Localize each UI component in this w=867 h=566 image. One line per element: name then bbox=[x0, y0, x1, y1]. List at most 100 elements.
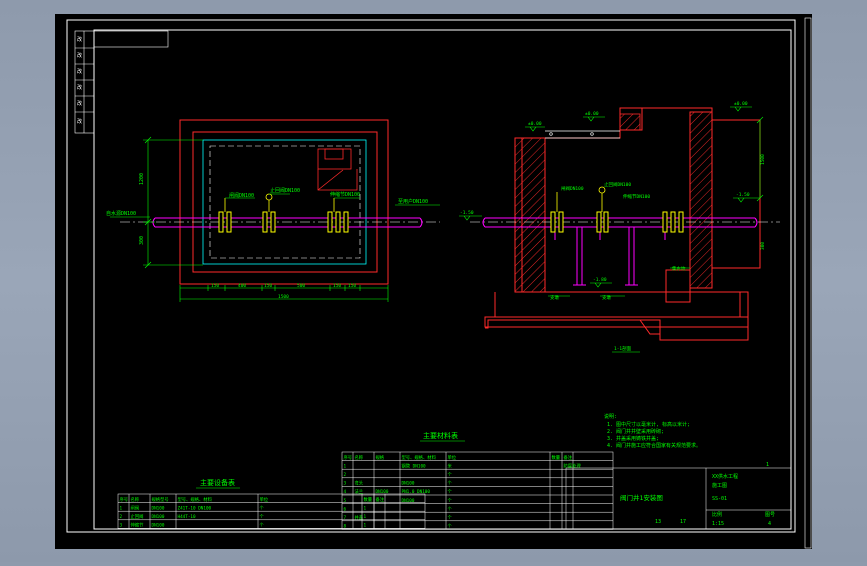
material-table-cell: 个 bbox=[448, 498, 453, 504]
svg-text:改: 改 bbox=[77, 118, 82, 125]
plan-dim-seg-0: 150 bbox=[211, 283, 219, 289]
equipment-table-cell: 3 bbox=[120, 523, 123, 529]
section-left-wall bbox=[514, 137, 546, 293]
section-level-bottom: -1.80 bbox=[593, 277, 607, 283]
material-table-title: 主要材料表 bbox=[423, 431, 458, 440]
equipment-table-cell: DN100 bbox=[152, 505, 165, 511]
section-right-wall bbox=[689, 111, 713, 289]
equipment-table-header-cell: 备注 bbox=[376, 496, 385, 503]
material-table-cell: DN100 bbox=[402, 481, 415, 487]
section-valve3-label: 伸缩节DN100 bbox=[623, 193, 650, 200]
equipment-table-cell: DN100 bbox=[152, 514, 165, 520]
material-table-cell: 5 bbox=[344, 498, 347, 504]
material-table-header-cell: 型号、规格、材料 bbox=[402, 454, 437, 461]
plan-dim-total: 1500 bbox=[278, 294, 289, 300]
equipment-table-header-cell: 名称 bbox=[131, 496, 140, 503]
material-table-cell: DN100 bbox=[402, 498, 415, 504]
material-table-header-cell: 序号 bbox=[344, 454, 353, 461]
material-table-cell: 4 bbox=[344, 489, 347, 495]
equipment-table-cell: 1 bbox=[364, 505, 367, 511]
equipment-table-cell: 1 bbox=[364, 514, 367, 520]
section-sump-label: 集水坑 bbox=[672, 265, 686, 272]
title-stage: 施工图 bbox=[712, 482, 727, 489]
title-scale: 1:15 bbox=[712, 521, 724, 527]
plan-outlet-label: 至用户DN100 bbox=[398, 198, 428, 205]
material-table-cell: 3 bbox=[344, 481, 347, 487]
plan-dim-seg-5: 150 bbox=[348, 283, 356, 289]
plan-dim-seg-4: 150 bbox=[333, 283, 341, 289]
equipment-table-cell: 个 bbox=[260, 523, 265, 529]
material-table-cell: 个 bbox=[448, 506, 453, 512]
material-table-cell: 弯头 bbox=[355, 480, 364, 487]
section-level-top-mid: ±0.00 bbox=[585, 111, 599, 117]
equipment-table-header-cell: 规格型号 bbox=[152, 496, 169, 503]
equipment-table-cell: 伸缩节 bbox=[131, 522, 145, 529]
equipment-table-cell: 2 bbox=[120, 514, 123, 520]
material-table-header-cell: 单位 bbox=[448, 454, 457, 461]
svg-text:改: 改 bbox=[77, 68, 82, 75]
equipment-table-cell: 1 bbox=[120, 505, 123, 511]
equipment-table-header-cell: 单位 bbox=[260, 496, 269, 503]
equipment-table-header-cell: 序号 bbox=[120, 496, 129, 503]
material-table-cell: 8 bbox=[344, 524, 347, 530]
material-table-cell: 个 bbox=[448, 481, 453, 487]
cad-drawing: 改改改 改改改 闸阀DN100 止回阀DN100 伸缩节DN100 自水源DN1… bbox=[55, 14, 812, 549]
equipment-table-cell: 止回阀 bbox=[131, 513, 144, 520]
material-table-cell: PN1.0 DN100 bbox=[402, 489, 431, 495]
equipment-table-cell: DN100 bbox=[152, 523, 165, 529]
material-table-header-cell: 规格 bbox=[376, 454, 385, 461]
section-level-top-left: ±0.00 bbox=[528, 121, 542, 127]
plan-dim-seg-2: 150 bbox=[264, 283, 272, 289]
plan-valve2-label: 止回阀DN100 bbox=[270, 187, 300, 194]
equipment-table-header-cell: 数量 bbox=[364, 496, 373, 503]
section-level-top-right: ±0.00 bbox=[734, 101, 748, 107]
equipment-table-cell: 1 bbox=[364, 523, 367, 529]
section-right-small: 300 bbox=[760, 242, 766, 250]
cad-viewport: 改改改 改改改 闸阀DN100 止回阀DN100 伸缩节DN100 自水源DN1… bbox=[0, 0, 867, 562]
equipment-table-cell: 个 bbox=[260, 514, 265, 520]
equipment-table-title: 主要设备表 bbox=[200, 478, 235, 487]
notes-line-4: 4. 阀门井施工应符合国家有关规范要求。 bbox=[607, 442, 701, 449]
notes-line-1: 1. 图中尺寸以毫米计, 标高以米计; bbox=[607, 421, 690, 428]
material-table-header-cell: 名称 bbox=[355, 454, 364, 461]
svg-text:改: 改 bbox=[77, 52, 82, 59]
title-project: XX供水工程 bbox=[712, 473, 738, 480]
material-table-cell: 个 bbox=[448, 472, 453, 478]
material-table-cell: 6 bbox=[344, 506, 347, 512]
svg-text:改: 改 bbox=[77, 100, 82, 107]
title-scale-label: 比例 bbox=[712, 511, 722, 518]
plan-small-height-label: 300 bbox=[139, 236, 145, 245]
equipment-table-cell: Z41T-10 DN100 bbox=[178, 505, 212, 511]
plan-height-label: 1200 bbox=[139, 173, 145, 185]
plan-dim-seg-1: 400 bbox=[238, 283, 246, 289]
title-drawing-name: 阀门井1安装图 bbox=[620, 493, 663, 502]
section-support2-label: 支墩 bbox=[602, 294, 611, 301]
material-table-cell: 个 bbox=[448, 515, 453, 521]
title-sheet: 4 bbox=[768, 521, 771, 527]
title-sheet-label: 图号 bbox=[765, 512, 775, 518]
material-table-header-cell: 备注 bbox=[564, 454, 573, 461]
title-number: SS-01 bbox=[712, 496, 727, 502]
section-valve1-label: 闸阀DN100 bbox=[561, 185, 584, 192]
notes-line-2: 2. 阀门井井壁采用砖砌; bbox=[607, 428, 664, 435]
material-table-cell: DN100 bbox=[376, 489, 389, 495]
material-table-cell: 米 bbox=[448, 462, 453, 469]
title-left-code: 13 bbox=[655, 519, 661, 525]
section-support1-label: 支墩 bbox=[550, 294, 559, 301]
material-table-cell: 钢管 DN100 bbox=[402, 462, 427, 469]
section-title: 1-1剖面 bbox=[614, 345, 632, 352]
svg-text:改: 改 bbox=[77, 36, 82, 43]
equipment-table-cell: 闸阀 bbox=[131, 504, 140, 511]
section-valve2-label: 止回阀DN100 bbox=[604, 181, 631, 188]
section-level-pipe-right: -1.50 bbox=[736, 192, 750, 198]
equipment-table-header-cell: 型号、规格、材料 bbox=[178, 496, 213, 503]
material-table-cell: 7 bbox=[344, 515, 347, 521]
title-mark: 1 bbox=[766, 462, 769, 468]
equipment-table-cell: 个 bbox=[260, 505, 265, 511]
section-right-height: 1500 bbox=[760, 154, 766, 165]
title-right-code: 17 bbox=[680, 519, 686, 525]
equipment-table-cell: H44T-10 bbox=[178, 514, 197, 520]
material-table-cell: 2 bbox=[344, 472, 347, 478]
section-inlet-level: -1.50 bbox=[460, 210, 474, 216]
material-table-cell: 个 bbox=[448, 524, 453, 530]
